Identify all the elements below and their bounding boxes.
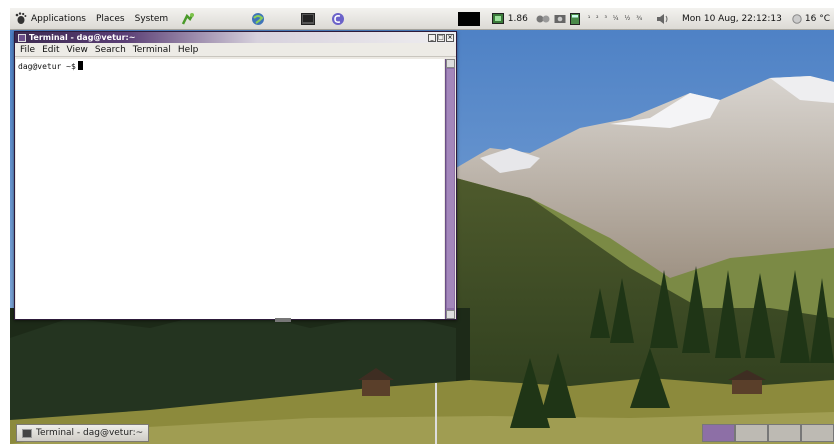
terminal-window-icon[interactable] (18, 33, 26, 42)
maximize-button[interactable]: □ (437, 33, 445, 42)
workspace-3[interactable] (768, 424, 801, 442)
taskbar-terminal-button[interactable]: Terminal - dag@vetur:~ (16, 424, 150, 442)
close-button[interactable]: × (446, 33, 454, 42)
menu-edit[interactable]: Edit (39, 45, 62, 55)
temperature: 16 °C (804, 13, 830, 24)
menu-terminal[interactable]: Terminal (130, 45, 174, 55)
workspace-1[interactable] (702, 424, 735, 442)
terminal-scrollbar[interactable] (445, 59, 455, 319)
workspace-switcher (702, 424, 834, 442)
shell-prompt: dag@vetur ~$ (18, 62, 76, 71)
fraction-glyphs: ¹ ² ³ ¼ ½ ¾ (587, 15, 645, 22)
text-cursor (77, 61, 83, 70)
terminal-menubar: File Edit View Search Terminal Help (15, 43, 456, 57)
menu-file[interactable]: File (17, 45, 38, 55)
web-browser-icon[interactable] (250, 11, 266, 27)
weather-applet[interactable]: 16 °C (788, 14, 834, 24)
scroll-thumb[interactable] (447, 69, 454, 308)
bottom-panel: Terminal - dag@vetur:~ (10, 422, 834, 444)
workspace-4[interactable] (801, 424, 834, 442)
clock[interactable]: Mon 10 Aug, 22:12:13 (676, 14, 788, 24)
scroll-down-button[interactable] (446, 310, 455, 319)
window-title: Terminal - dag@vetur:~ (29, 33, 136, 42)
task-label: Terminal - dag@vetur:~ (36, 428, 144, 438)
places-menu[interactable]: Places (91, 8, 130, 30)
gimp-icon[interactable] (180, 11, 196, 27)
scroll-up-button[interactable] (446, 59, 455, 68)
minimize-button[interactable]: _ (428, 33, 436, 42)
terminal-window[interactable]: Terminal - dag@vetur:~ _ □ × File Edit V… (14, 31, 457, 322)
cpu-load-value: 1.86 (507, 13, 528, 24)
desktop: Applications Places System 1.86 ¹ ² ³ ¼ … (10, 8, 834, 444)
system-label: System (134, 13, 169, 24)
gnome-foot-icon (15, 12, 27, 24)
system-menu[interactable]: System (130, 8, 174, 30)
terminal-launcher-icon[interactable] (300, 11, 316, 27)
resize-grip[interactable] (275, 318, 291, 322)
places-label: Places (95, 13, 125, 24)
menu-help[interactable]: Help (175, 45, 202, 55)
window-controls: _ □ × (428, 33, 454, 42)
terminal-task-icon (22, 428, 32, 438)
applications-menu[interactable]: Applications (10, 8, 91, 30)
weather-icon (792, 13, 802, 24)
camera-icon[interactable] (554, 13, 566, 24)
terminal-titlebar[interactable]: Terminal - dag@vetur:~ _ □ × (15, 32, 456, 43)
cpu-load-applet[interactable]: 1.86 (488, 8, 532, 30)
debian-icon[interactable] (330, 11, 346, 27)
tray-icons (532, 8, 584, 30)
top-panel: Applications Places System 1.86 ¹ ² ³ ¼ … (10, 8, 834, 30)
terminal-output[interactable]: dag@vetur ~$ (16, 59, 444, 319)
menu-view[interactable]: View (64, 45, 91, 55)
volume-icon[interactable] (654, 11, 670, 27)
cpu-icon (491, 13, 504, 24)
workspace-2[interactable] (735, 424, 768, 442)
menu-search[interactable]: Search (92, 45, 129, 55)
network-icon[interactable] (536, 13, 550, 25)
fraction-applet[interactable]: ¹ ² ³ ¼ ½ ¾ (584, 8, 648, 30)
monitor-applet[interactable] (457, 11, 480, 26)
applications-label: Applications (31, 13, 86, 24)
calculator-icon[interactable] (569, 12, 580, 25)
